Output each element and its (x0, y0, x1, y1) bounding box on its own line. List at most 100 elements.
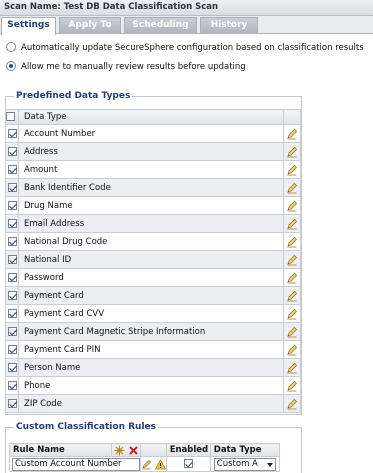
edit-rule-icon[interactable] (141, 459, 152, 470)
data-type-checkbox[interactable] (7, 218, 17, 228)
edit-data-type-icon[interactable] (286, 254, 298, 266)
data-type-check-cell (5, 196, 19, 215)
edit-data-type-icon[interactable] (286, 398, 298, 410)
edit-data-type-icon[interactable] (286, 182, 298, 194)
dropdown-arrow-icon (266, 462, 273, 467)
add-rule-icon[interactable] (114, 445, 125, 456)
data-type-edit-cell (283, 376, 301, 395)
edit-data-type-icon[interactable] (286, 146, 298, 158)
data-type-row: Phone (5, 376, 301, 395)
data-type-row: Payment Card (5, 286, 301, 305)
data-type-row: Payment Card PIN (5, 340, 301, 359)
data-type-check-cell (5, 124, 19, 143)
edit-data-type-icon[interactable] (286, 164, 298, 176)
data-type-name: Payment Card Magnetic Stripe Information (18, 322, 284, 341)
rule-name-cell: Custom Account Number (9, 456, 141, 472)
auto-update-option[interactable]: Automatically update SecureSphere config… (6, 41, 364, 55)
rule-enabled-checkbox[interactable] (183, 459, 193, 468)
rule-row-icons (140, 456, 167, 472)
scan-title-bar: Scan Name: Test DB Data Classification S… (0, 0, 373, 16)
data-type-checkbox[interactable] (7, 182, 17, 192)
data-type-row: Bank Identifier Code (5, 178, 301, 197)
data-type-checkbox[interactable] (7, 254, 17, 264)
edit-data-type-icon[interactable] (286, 326, 298, 338)
tab-apply-to[interactable]: Apply To (59, 17, 121, 34)
data-type-check-cell (5, 286, 19, 305)
edit-data-type-icon[interactable] (286, 308, 298, 320)
tab-settings[interactable]: Settings (1, 17, 56, 35)
data-type-name: Person Name (18, 358, 284, 377)
manual-review-option[interactable]: Allow me to manually review results befo… (6, 60, 246, 74)
data-type-checkbox[interactable] (7, 146, 17, 156)
rule-data-type-select[interactable]: Custom A (213, 457, 276, 471)
data-type-row: Account Number (5, 124, 301, 143)
data-type-checkbox[interactable] (7, 272, 17, 282)
edit-data-type-icon[interactable] (286, 272, 298, 284)
data-type-edit-cell (283, 214, 301, 233)
data-type-checkbox[interactable] (7, 398, 17, 408)
select-all-cell (5, 109, 19, 125)
custom-rules-header-row: Rule Name Enabled Data Type (8, 443, 281, 457)
rule-name-header: Rule Name (8, 443, 113, 457)
select-all-checkbox[interactable] (6, 112, 15, 121)
auto-update-label: Automatically update SecureSphere config… (21, 43, 364, 53)
data-type-row: Payment Card CVV (5, 304, 301, 323)
custom-rules-table: Rule Name Enabled Data Type Custom Accou… (8, 443, 281, 472)
data-type-checkbox[interactable] (7, 290, 17, 300)
warning-icon (154, 458, 166, 469)
rule-actions-header (111, 443, 141, 457)
data-type-checkbox[interactable] (7, 344, 17, 354)
predefined-data-types-table: Data Type Account Number Address Amount Ban… (5, 109, 301, 413)
data-type-edit-cell (283, 142, 301, 161)
data-type-checkbox[interactable] (7, 326, 17, 336)
data-type-column-header: Data Type (18, 109, 284, 125)
edit-data-type-icon[interactable] (286, 200, 298, 212)
data-type-edit-cell (283, 304, 301, 323)
table-header-row: Data Type (5, 109, 301, 125)
manual-review-radio[interactable] (6, 60, 16, 71)
data-type-checkbox[interactable] (7, 200, 17, 210)
data-type-checkbox[interactable] (7, 380, 17, 390)
data-type-name: Amount (18, 160, 284, 179)
data-type-row: Password (5, 268, 301, 287)
data-type-edit-cell (283, 160, 301, 179)
data-type-edit-cell (283, 340, 301, 359)
data-type-name: Payment Card (18, 286, 284, 305)
data-type-edit-cell (283, 286, 301, 305)
edit-data-type-icon[interactable] (286, 362, 298, 374)
data-type-checkbox[interactable] (7, 236, 17, 246)
edit-data-type-icon[interactable] (286, 380, 298, 392)
tab-history[interactable]: History (200, 17, 258, 34)
data-type-name: Address (18, 142, 284, 161)
data-type-checkbox[interactable] (7, 308, 17, 318)
edit-data-type-icon[interactable] (286, 236, 298, 248)
data-type-check-cell (5, 214, 19, 233)
tab-scheduling[interactable]: Scheduling (124, 17, 197, 34)
data-type-row: Address (5, 142, 301, 161)
data-type-checkbox[interactable] (7, 362, 17, 372)
auto-update-radio[interactable] (6, 41, 16, 52)
edit-data-type-icon[interactable] (286, 218, 298, 230)
rule-spacer-header (140, 443, 167, 457)
edit-data-type-icon[interactable] (286, 290, 298, 302)
data-type-edit-cell (283, 358, 301, 377)
data-type-row: Person Name (5, 358, 301, 377)
rule-data-type-header: Data Type (209, 443, 281, 457)
data-type-name: Email Address (18, 214, 284, 233)
data-type-name: Payment Card CVV (18, 304, 284, 323)
data-type-name: Payment Card PIN (18, 340, 284, 359)
data-type-checkbox[interactable] (7, 164, 17, 174)
data-type-edit-cell (283, 268, 301, 287)
data-type-edit-cell (283, 232, 301, 251)
data-type-check-cell (5, 394, 19, 413)
edit-data-type-icon[interactable] (286, 344, 298, 356)
rule-name-input[interactable]: Custom Account Number (12, 457, 140, 471)
data-type-check-cell (5, 268, 19, 287)
data-type-name: Phone (18, 376, 284, 395)
edit-data-type-icon[interactable] (286, 128, 298, 140)
data-type-edit-cell (283, 394, 301, 413)
data-type-check-cell (5, 322, 19, 341)
delete-rule-icon[interactable] (128, 445, 139, 456)
data-type-checkbox[interactable] (7, 128, 17, 138)
data-type-name: National ID (18, 250, 284, 269)
